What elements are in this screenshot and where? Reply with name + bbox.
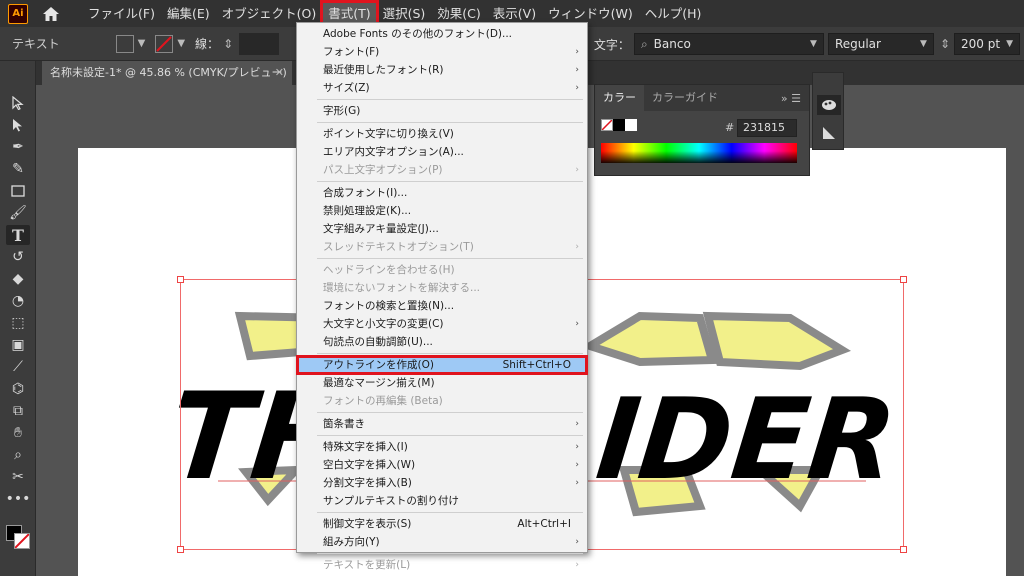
menu-item[interactable]: 特殊文字を挿入(I) › [297, 438, 587, 456]
tab-color[interactable]: カラー [595, 85, 644, 111]
menu-item-label: サンプルテキストの割り付け [323, 495, 459, 507]
menu-separator [317, 553, 583, 554]
resize-handle[interactable] [177, 276, 184, 283]
menu-item[interactable]: Adobe Fonts のその他のフォント(D)... [297, 25, 587, 43]
menu-item[interactable]: 分割文字を挿入(B) › [297, 474, 587, 492]
menu-item-label: テキストを更新(L) [323, 559, 411, 571]
white-swatch[interactable] [625, 119, 637, 131]
hex-label: # [725, 121, 735, 134]
resize-handle[interactable] [900, 546, 907, 553]
submenu-arrow-icon: › [575, 165, 579, 175]
panel-menu-icon[interactable]: » ☰ [781, 92, 801, 105]
menu-item-label: サイズ(Z) [323, 82, 370, 94]
menu-separator [317, 512, 583, 513]
menu-separator [317, 435, 583, 436]
menu-item[interactable]: 最近使用したフォント(R) › [297, 61, 587, 79]
menu-item[interactable]: 大文字と小文字の変更(C) › [297, 315, 587, 333]
menu-item: テキストを更新(L) › [297, 556, 587, 574]
menu-separator [317, 99, 583, 100]
menu-item: 環境にないフォントを解決する... [297, 279, 587, 297]
menu-item[interactable]: 組み方向(Y) › [297, 533, 587, 551]
menu-item-label: 特殊文字を挿入(I) [323, 441, 408, 453]
menu-item[interactable]: 箇条書き › [297, 415, 587, 433]
menu-item-label: スレッドテキストオプション(T) [323, 241, 474, 253]
menu-item[interactable]: 句読点の自動調節(U)... [297, 333, 587, 351]
submenu-arrow-icon: › [575, 65, 579, 75]
color-panel: カラー カラーガイド » ☰ # 231815 [594, 84, 810, 176]
menu-item-label: フォントの検索と置換(N)... [323, 300, 455, 312]
submenu-arrow-icon: › [575, 478, 579, 488]
menu-item-label: 組み方向(Y) [323, 536, 380, 548]
menu-item[interactable]: 空白文字を挿入(W) › [297, 456, 587, 474]
menu-item[interactable]: フォント(F) › [297, 43, 587, 61]
menu-separator [317, 412, 583, 413]
menu-item-label: ポイント文字に切り換え(V) [323, 128, 454, 140]
submenu-arrow-icon: › [575, 460, 579, 470]
type-menu-dropdown: Adobe Fonts のその他のフォント(D)... フォント(F) › 最近使用し… [296, 22, 588, 571]
menu-item: ヘッドラインを合わせる(H) [297, 261, 587, 279]
menu-item-label: 合成フォント(I)... [323, 187, 408, 199]
resize-handle[interactable] [177, 546, 184, 553]
submenu-arrow-icon: › [575, 537, 579, 547]
menu-item-label: ヘッドラインを合わせる(H) [323, 264, 455, 276]
menu-separator [317, 258, 583, 259]
menu-item-label: エリア内文字オプション(A)... [323, 146, 464, 158]
menu-item: フォントの再編集 (Beta) [297, 392, 587, 410]
palette-icon[interactable] [817, 95, 841, 115]
menu-item[interactable]: フォントの検索と置換(N)... [297, 297, 587, 315]
menu-item-label: 空白文字を挿入(W) [323, 459, 416, 471]
menu-item[interactable]: 制御文字を表示(S) Alt+Ctrl+I [297, 515, 587, 533]
menu-item-label: アウトラインを作成(O) [323, 359, 434, 371]
submenu-arrow-icon: › [575, 560, 579, 570]
menu-item-label: パス上文字オプション(P) [323, 164, 443, 176]
menu-item-label: フォントの再編集 (Beta) [323, 395, 443, 407]
menu-separator [317, 181, 583, 182]
menu-item-label: 箇条書き [323, 418, 365, 430]
stroke-none-icon[interactable] [601, 119, 613, 131]
submenu-arrow-icon: › [575, 419, 579, 429]
menu-item-label: 句読点の自動調節(U)... [323, 336, 433, 348]
submenu-arrow-icon: › [575, 242, 579, 252]
menu-item-label: 大文字と小文字の変更(C) [323, 318, 444, 330]
black-swatch[interactable] [613, 119, 625, 131]
submenu-arrow-icon: › [575, 83, 579, 93]
menu-item-label: Adobe Fonts のその他のフォント(D)... [323, 28, 513, 40]
menu-item-label: 環境にないフォントを解決する... [323, 282, 481, 294]
menu-item-label: 分割文字を挿入(B) [323, 477, 412, 489]
menu-item: スレッドテキストオプション(T) › [297, 238, 587, 256]
tab-color-guide[interactable]: カラーガイド [644, 85, 726, 111]
menu-item[interactable]: 最適なマージン揃え(M) [297, 374, 587, 392]
submenu-arrow-icon: › [575, 47, 579, 57]
color-guide-icon[interactable] [817, 123, 841, 143]
resize-handle[interactable] [900, 276, 907, 283]
menu-item[interactable]: アウトラインを作成(O) Shift+Ctrl+O [296, 355, 588, 375]
menu-item-label: 文字組みアキ量設定(J)... [323, 223, 439, 235]
menu-item-label: 制御文字を表示(S) [323, 518, 412, 530]
menu-item[interactable]: 禁則処理設定(K)... [297, 202, 587, 220]
color-spectrum[interactable] [601, 143, 797, 163]
menu-item-label: 字形(G) [323, 105, 361, 117]
menu-item[interactable]: 文字組みアキ量設定(J)... [297, 220, 587, 238]
menu-item[interactable]: 字形(G) [297, 102, 587, 120]
menu-item[interactable]: 合成フォント(I)... [297, 184, 587, 202]
menu-item-label: 禁則処理設定(K)... [323, 205, 412, 217]
menu-item-shortcut: Alt+Ctrl+I [517, 518, 571, 530]
menu-item-label: 最適なマージン揃え(M) [323, 377, 435, 389]
menu-item-label: フォント(F) [323, 46, 380, 58]
menu-item[interactable]: ポイント文字に切り換え(V) [297, 125, 587, 143]
menu-item[interactable]: サンプルテキストの割り付け [297, 492, 587, 510]
collapsed-panel-dock [812, 72, 844, 150]
submenu-arrow-icon: › [575, 442, 579, 452]
menu-item: パス上文字オプション(P) › [297, 161, 587, 179]
menu-separator [317, 122, 583, 123]
menu-item-label: 最近使用したフォント(R) [323, 64, 444, 76]
submenu-arrow-icon: › [575, 319, 579, 329]
menu-item-shortcut: Shift+Ctrl+O [502, 359, 571, 371]
menu-item[interactable]: エリア内文字オプション(A)... [297, 143, 587, 161]
menu-separator [317, 353, 583, 354]
menu-item[interactable]: サイズ(Z) › [297, 79, 587, 97]
hex-input[interactable]: 231815 [737, 119, 797, 137]
